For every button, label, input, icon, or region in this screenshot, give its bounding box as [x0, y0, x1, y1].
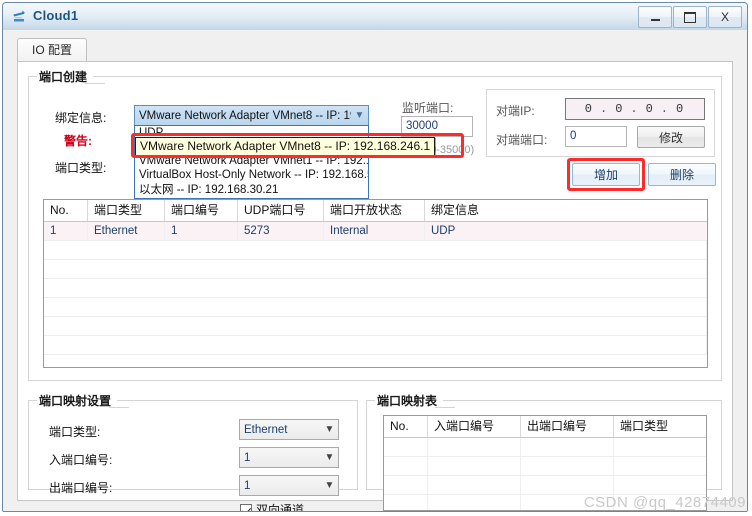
column-header: No.: [384, 416, 428, 437]
binding-info-value: VMware Network Adapter VMnet8 -- IP: 192…: [139, 109, 351, 122]
group-port-create-title: 端口创建: [37, 68, 94, 85]
tab-panel-io-config: 端口创建 绑定信息: VMware Network Adapter VMnet8…: [17, 61, 733, 511]
mapping-in-port-value: 1: [244, 451, 251, 464]
binding-info-tooltip: VMware Network Adapter VMnet8 -- IP: 192…: [135, 137, 436, 156]
chevron-down-icon: ▼: [324, 424, 335, 435]
column-header: 端口类型: [88, 200, 165, 221]
listen-port-input[interactable]: 30000: [401, 116, 473, 137]
column-header: 入端口编号: [428, 416, 521, 437]
maximize-button[interactable]: [673, 6, 707, 28]
cloud-icon: [11, 8, 28, 25]
checkbox-checked-icon: [240, 503, 252, 511]
column-header: 端口开放状态: [324, 200, 425, 221]
mapping-port-type-select[interactable]: Ethernet ▼: [239, 419, 339, 440]
column-header: 端口编号: [165, 200, 238, 221]
mapping-out-port-label: 出端口编号:: [49, 481, 113, 495]
peer-port-input[interactable]: 0: [565, 126, 627, 147]
table-row[interactable]: [384, 495, 706, 510]
group-port-create: 端口创建 绑定信息: VMware Network Adapter VMnet8…: [28, 68, 722, 381]
dropdown-item[interactable]: 以太网 -- IP: 192.168.30.21: [135, 182, 368, 198]
table-row[interactable]: [44, 279, 707, 298]
cloud-config-window: Cloud1 X IO 配置 端口创建 绑定信息: VMware Network…: [2, 2, 748, 512]
window-controls: X: [637, 6, 742, 28]
title-bar: Cloud1 X: [3, 3, 747, 31]
ip-dot: .: [630, 102, 640, 116]
mapping-out-port-value: 1: [244, 479, 251, 492]
ip-dot: .: [660, 102, 670, 116]
modify-button[interactable]: 修改: [637, 126, 705, 148]
binding-info-combobox[interactable]: VMware Network Adapter VMnet8 -- IP: 192…: [134, 105, 369, 126]
dropdown-item[interactable]: VirtualBox Host-Only Network -- IP: 192.…: [135, 168, 368, 182]
table-row[interactable]: [44, 317, 707, 336]
minimize-button[interactable]: [638, 6, 672, 28]
ip-dot: .: [599, 102, 610, 116]
table-row[interactable]: [384, 476, 706, 495]
cell-port-type: Ethernet: [88, 222, 165, 240]
tab-io-config[interactable]: IO 配置: [17, 38, 88, 62]
peer-endpoint-frame: 对端IP: 0 . 0 . 0 . 0 对端端口: 0 修改: [486, 89, 715, 157]
chevron-down-icon: ▼: [354, 110, 365, 121]
port-table[interactable]: No. 端口类型 端口编号 UDP端口号 端口开放状态 绑定信息 1 Ether…: [43, 199, 708, 368]
group-mapping-settings: 端口映射设置 端口类型: Ethernet ▼ 入端口编号: 1 ▼ 出端口编号…: [28, 392, 358, 511]
mapping-port-type-label: 端口类型:: [49, 425, 101, 439]
client-area: IO 配置 端口创建 绑定信息: VMware Network Adapter …: [3, 30, 747, 511]
tab-strip: IO 配置: [17, 38, 733, 62]
table-row[interactable]: [384, 438, 706, 457]
bidirectional-label: 双向通道: [256, 503, 305, 512]
mapping-in-port-select[interactable]: 1 ▼: [239, 447, 339, 468]
dropdown-item[interactable]: VMware Network Adapter VMnet1 -- IP: 192…: [135, 154, 368, 168]
column-header: 绑定信息: [431, 203, 480, 217]
table-row[interactable]: 1 Ethernet 1 5273 Internal UDP: [44, 222, 707, 241]
port-type-label: 端口类型:: [55, 161, 107, 175]
window-title: Cloud1: [33, 8, 79, 23]
add-port-button[interactable]: 增加: [572, 163, 640, 186]
peer-port-label: 对端端口:: [496, 133, 548, 147]
table-row[interactable]: [44, 336, 707, 355]
listen-port-label: 监听端口:: [402, 101, 454, 115]
column-header: UDP端口号: [238, 200, 324, 221]
mapping-table[interactable]: No. 入端口编号 出端口编号 端口类型: [383, 415, 707, 511]
peer-ip-input[interactable]: 0 . 0 . 0 . 0: [565, 98, 705, 120]
table-row[interactable]: [44, 298, 707, 317]
column-header: No.: [44, 200, 88, 221]
mapping-table-header: No. 入端口编号 出端口编号 端口类型: [384, 416, 706, 438]
peer-ip-octet-2[interactable]: 0: [612, 102, 627, 116]
peer-ip-octet-4[interactable]: 0: [673, 102, 688, 116]
mapping-in-port-label: 入端口编号:: [49, 453, 113, 467]
close-button[interactable]: X: [708, 6, 742, 28]
bidirectional-checkbox[interactable]: 双向通道: [240, 501, 305, 512]
table-row[interactable]: [44, 260, 707, 279]
group-mapping-settings-title: 端口映射设置: [37, 392, 118, 409]
port-table-header: No. 端口类型 端口编号 UDP端口号 端口开放状态 绑定信息: [44, 200, 707, 222]
column-header: 端口类型: [620, 419, 669, 433]
group-mapping-table-title: 端口映射表: [375, 392, 444, 409]
warning-label: 警告:: [64, 134, 92, 148]
chevron-down-icon: ▼: [324, 452, 335, 463]
cell-udp-port: 5273: [238, 222, 324, 240]
delete-port-button[interactable]: 删除: [648, 163, 716, 186]
peer-ip-label: 对端IP:: [496, 104, 535, 118]
binding-info-label: 绑定信息:: [55, 111, 107, 125]
peer-ip-octet-3[interactable]: 0: [643, 102, 658, 116]
cell-binding-info: UDP: [431, 225, 456, 237]
cell-no: 1: [44, 222, 88, 240]
cell-port-number: 1: [165, 222, 238, 240]
group-mapping-table: 端口映射表 No. 入端口编号 出端口编号 端口类型 删除: [366, 392, 722, 511]
table-row[interactable]: [384, 457, 706, 476]
cell-open-state: Internal: [324, 222, 425, 240]
peer-ip-octet-1[interactable]: 0: [582, 102, 597, 116]
column-header: 出端口编号: [521, 416, 614, 437]
mapping-out-port-select[interactable]: 1 ▼: [239, 475, 339, 496]
chevron-down-icon: ▼: [324, 480, 335, 491]
mapping-port-type-value: Ethernet: [244, 423, 288, 436]
table-row[interactable]: [44, 241, 707, 260]
